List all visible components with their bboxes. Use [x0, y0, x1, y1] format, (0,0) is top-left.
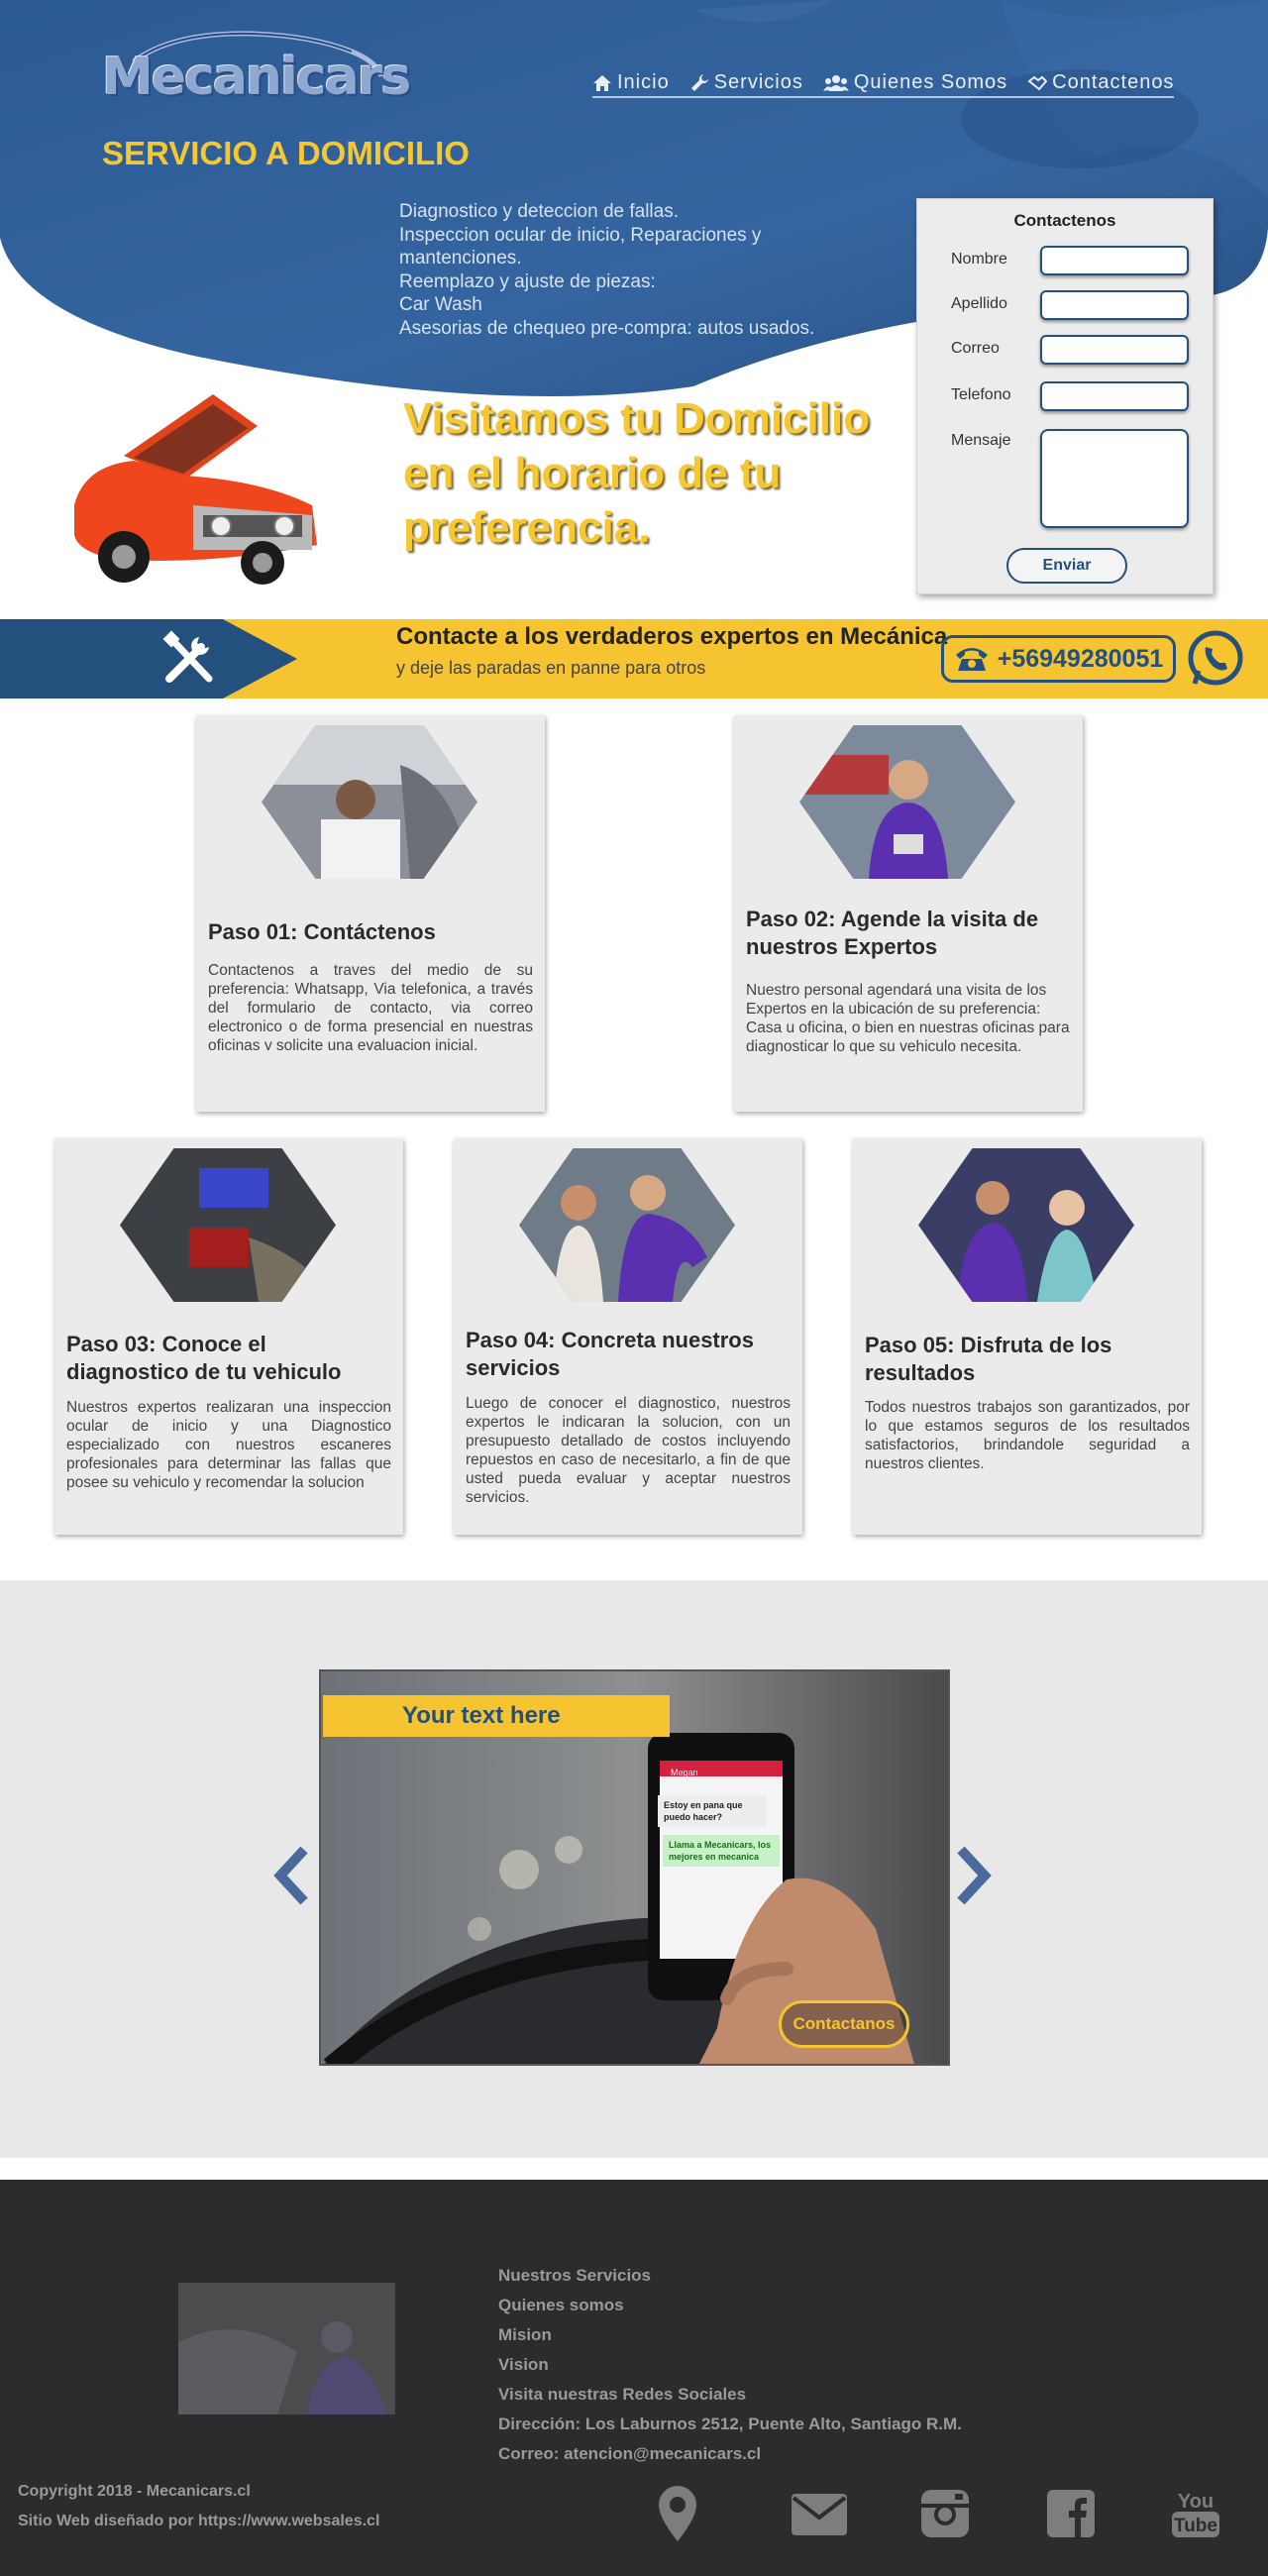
step-title: Paso 03: Conoce el diagnostico de tu veh… [66, 1332, 342, 1384]
phone-number: +56949280051 [997, 644, 1164, 673]
chat-contact-name: Megan [671, 1768, 698, 1777]
correo-field[interactable] [1040, 335, 1189, 365]
footer-link-quienes-somos[interactable]: Quienes somos [498, 2291, 962, 2320]
slide-tag: Your text here [323, 1695, 670, 1737]
footer-links: Nuestros Servicios Quienes somos Mision … [498, 2261, 962, 2469]
chat-message: Estoy en pana que puedo hacer? [658, 1795, 767, 1827]
nav-label: Contactenos [1052, 71, 1175, 93]
footer: Nuestros Servicios Quienes somos Mision … [0, 2180, 1268, 2576]
carousel-section: Your text here Megan Estoy en pana que p… [0, 1580, 1268, 2158]
step-2-photo [799, 725, 1015, 879]
step-text: Nuestro personal agendará una visita de … [746, 982, 1070, 1055]
field-label-correo: Correo [951, 340, 1000, 357]
wrench-icon [690, 73, 708, 91]
footer-mechanic-photo [178, 2283, 395, 2415]
whatsapp-icon[interactable] [1186, 629, 1245, 689]
field-label-telefono: Telefono [951, 386, 1011, 403]
field-label-apellido: Apellido [951, 295, 1007, 312]
step-text: Nuestros expertos realizaran una inspecc… [66, 1399, 391, 1491]
nav-item-inicio[interactable]: Inicio [592, 71, 670, 94]
nav-item-quienes-somos[interactable]: Quienes Somos [822, 71, 1008, 94]
telephone-icon [955, 648, 988, 671]
hero-title: SERVICIO A DOMICILIO [102, 135, 470, 171]
mensaje-textarea[interactable] [1040, 429, 1189, 528]
mechanic-image [178, 2283, 395, 2415]
facebook-icon[interactable] [1045, 2484, 1097, 2543]
nav-label: Quienes Somos [853, 71, 1008, 93]
step-title: Paso 02: Agende la visita de nuestros Ex… [746, 907, 1039, 959]
banner-title: Contacte a los verdaderos expertos en Me… [396, 623, 948, 650]
phone-button[interactable]: +56949280051 [941, 635, 1176, 683]
nav-label: Inicio [617, 71, 670, 93]
copyright-block: Copyright 2018 - Mecanicars.cl Sitio Web… [18, 2477, 379, 2536]
send-button[interactable]: Enviar [1006, 548, 1127, 584]
location-icon[interactable] [657, 2484, 698, 2543]
telefono-field[interactable] [1040, 381, 1189, 411]
youtube-icon[interactable]: You Tube [1169, 2484, 1222, 2543]
brand-logo[interactable]: Mecanicars [94, 22, 411, 111]
contact-form: Contactenos Nombre Apellido Correo Telef… [916, 198, 1214, 594]
contact-form-title: Contactenos [1013, 211, 1116, 230]
logo-text: Mecanicars [102, 48, 411, 107]
field-label-nombre: Nombre [951, 251, 1007, 268]
copyright-text: Copyright 2018 - Mecanicars.cl [18, 2483, 251, 2500]
muscle-car-image [74, 394, 317, 585]
step-title: Paso 01: Contáctenos [208, 919, 436, 944]
service-item: Inspeccion ocular de inicio, Reparacione… [399, 224, 762, 269]
chat-reply: Llama a Mecanicars, los mejores en mecan… [663, 1835, 780, 1867]
step-4-photo [519, 1148, 735, 1302]
step-3-photo [120, 1148, 336, 1302]
footer-link-vision[interactable]: Vision [498, 2350, 962, 2380]
users-icon [822, 74, 849, 91]
footer-link-mision[interactable]: Mision [498, 2320, 962, 2350]
service-item: Car Wash [399, 294, 482, 315]
service-item: Diagnostico y deteccion de fallas. [399, 201, 679, 222]
step-card-2: Paso 02: Agende la visita de nuestros Ex… [734, 715, 1083, 1112]
instagram-icon[interactable] [919, 2484, 971, 2543]
footer-link-redes[interactable]: Visita nuestras Redes Sociales [498, 2380, 962, 2410]
carousel-prev-arrow-icon[interactable] [272, 1846, 312, 1905]
footer-link-servicios[interactable]: Nuestros Servicios [498, 2261, 962, 2291]
carousel-next-arrow-icon[interactable] [953, 1846, 993, 1905]
footer-email: Correo: atencion@mecanicars.cl [498, 2444, 762, 2463]
field-label-mensaje: Mensaje [951, 432, 1011, 449]
apellido-field[interactable] [1040, 290, 1189, 320]
carousel-slide: Your text here Megan Estoy en pana que p… [319, 1669, 950, 2066]
nav-label: Servicios [713, 71, 803, 93]
credit-text: Sitio Web diseñado por https://www.websa… [18, 2513, 380, 2529]
banner-subtitle: y deje las paradas en panne para otros [396, 658, 706, 678]
step-1-photo [262, 725, 477, 879]
services-list: Diagnostico y deteccion de fallas. Inspe… [399, 200, 865, 340]
step-text: Luego de conocer el diagnostico, nuestro… [466, 1395, 791, 1506]
contactanos-button[interactable]: Contactanos [779, 2000, 909, 2048]
step-card-5: Paso 05: Disfruta de los resultados Todo… [853, 1138, 1202, 1535]
step-title: Paso 04: Concreta nuestros servicios [466, 1328, 754, 1380]
step-title: Paso 05: Disfruta de los resultados [865, 1333, 1112, 1385]
home-icon [593, 74, 611, 91]
step-card-4: Paso 04: Concreta nuestros servicios Lue… [454, 1138, 802, 1535]
step-5-photo [918, 1148, 1134, 1302]
mail-icon[interactable] [790, 2484, 849, 2543]
tagline: Visitamos tu Domicilio en el horario de … [403, 394, 871, 552]
experts-banner: Contacte a los verdaderos expertos en Me… [0, 619, 1268, 698]
nav-item-contactenos[interactable]: Contactenos [1027, 71, 1174, 94]
service-item: Asesorias de chequeo pre-compra: autos u… [399, 317, 815, 339]
page: Mecanicars Inicio Servicios Quienes Somo… [0, 0, 1268, 2576]
banner-blue-arrow [0, 619, 297, 698]
footer-address: Dirección: Los Laburnos 2512, Puente Alt… [498, 2415, 962, 2433]
step-card-3: Paso 03: Conoce el diagnostico de tu veh… [54, 1138, 403, 1535]
handshake-icon [1027, 75, 1048, 90]
svg-text:You: You [1178, 2491, 1214, 2513]
service-item: Reemplazo y ajuste de piezas: [399, 270, 656, 292]
main-nav: Inicio Servicios Quienes Somos Contacten… [592, 71, 1175, 98]
svg-text:Tube: Tube [1174, 2516, 1217, 2536]
step-card-1: Paso 01: Contáctenos Contactenos a trave… [196, 715, 545, 1112]
step-text: Contactenos a traves del medio de su pre… [208, 962, 533, 1050]
step-text: Todos nuestros trabajos son garantizados… [865, 1399, 1190, 1472]
nav-item-servicios[interactable]: Servicios [689, 71, 803, 94]
nombre-field[interactable] [1040, 246, 1189, 275]
